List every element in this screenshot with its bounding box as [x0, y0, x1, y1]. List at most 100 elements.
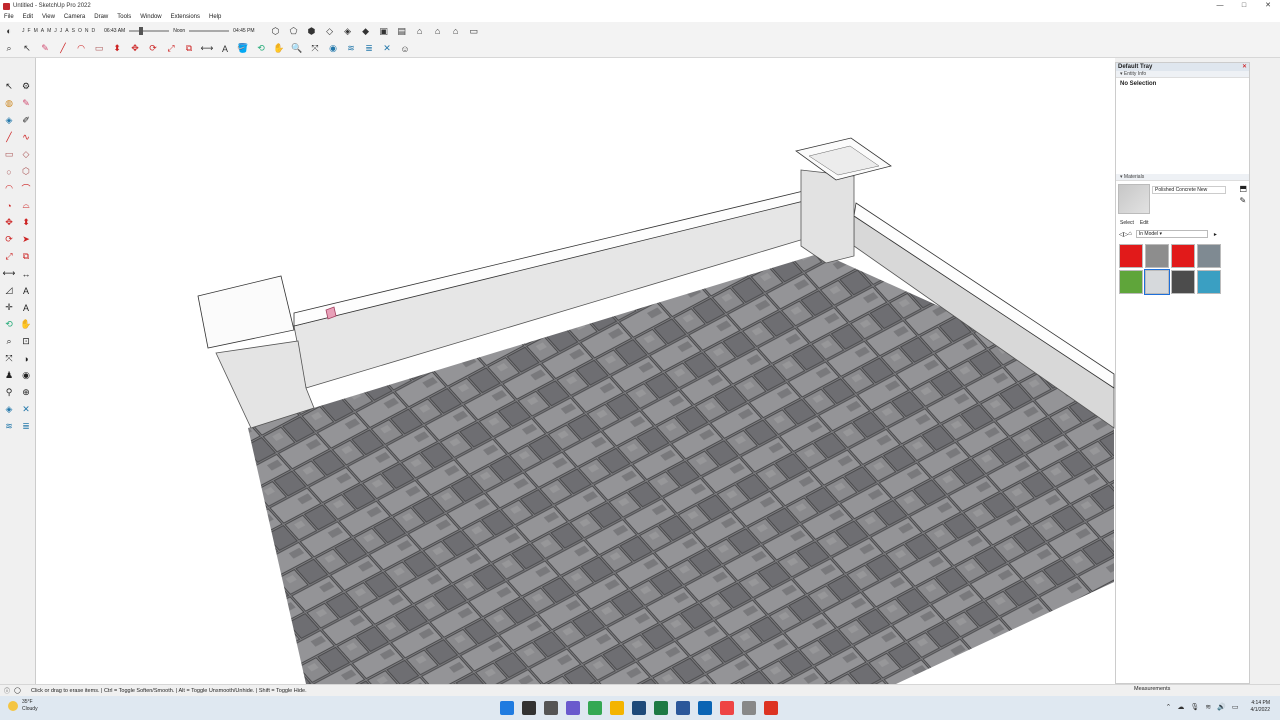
front-view-icon[interactable]: ⌂: [413, 24, 427, 38]
select-tool-icon[interactable]: ↖: [20, 42, 34, 56]
move-tool-icon[interactable]: ✥: [128, 42, 142, 56]
rotated-rectangle-icon[interactable]: ◇: [19, 148, 33, 162]
display-section-icon[interactable]: ◈: [2, 403, 16, 417]
close-button[interactable]: ✕: [1256, 0, 1280, 12]
info-icon[interactable]: ⓘ: [4, 686, 10, 695]
widgets-icon[interactable]: [566, 701, 580, 715]
make-component-icon[interactable]: ⚙: [19, 80, 33, 94]
material-swatch[interactable]: [1171, 270, 1195, 294]
section-cuts-icon[interactable]: ✕: [19, 403, 33, 417]
account-icon[interactable]: ☺: [398, 42, 412, 56]
wireframe-style-icon[interactable]: ◇: [323, 24, 337, 38]
time-slider-track[interactable]: [129, 27, 170, 35]
clock[interactable]: 4:14 PM 4/1/2022: [1251, 700, 1270, 714]
zoom-extents-tool-icon[interactable]: ⤧: [2, 352, 16, 366]
share-model-icon[interactable]: ≋: [344, 42, 358, 56]
orbit-icon[interactable]: ⟲: [2, 318, 16, 332]
freehand-icon[interactable]: ∿: [19, 131, 33, 145]
paint-icon[interactable]: ◍: [2, 97, 16, 111]
zoom-window-icon[interactable]: ⊡: [19, 335, 33, 349]
word-icon[interactable]: [676, 701, 690, 715]
material-name-field[interactable]: Polished Concrete New: [1152, 186, 1226, 194]
search-icon[interactable]: ⌕: [2, 42, 16, 56]
menu-help[interactable]: Help: [209, 14, 221, 20]
outlook-icon[interactable]: [698, 701, 712, 715]
month-selector[interactable]: J F M A M J J A S O N D: [22, 28, 98, 34]
pan-tool-icon[interactable]: ✋: [272, 42, 286, 56]
maximize-button[interactable]: □: [1232, 0, 1256, 12]
user-icon[interactable]: ◯: [14, 687, 21, 694]
menu-extensions[interactable]: Extensions: [171, 14, 200, 20]
look-around-icon[interactable]: ◉: [19, 369, 33, 383]
offset-tool-icon[interactable]: ⧉: [182, 42, 196, 56]
previous-view-icon[interactable]: ◑: [19, 352, 33, 366]
iso-view-icon[interactable]: ⬡: [269, 24, 283, 38]
material-swatch[interactable]: [1119, 244, 1143, 268]
textured-style-icon[interactable]: ▣: [377, 24, 391, 38]
menu-tools[interactable]: Tools: [117, 14, 131, 20]
cloud-icon[interactable]: ☁: [1177, 703, 1184, 711]
menu-window[interactable]: Window: [140, 14, 161, 20]
material-swatch-selected[interactable]: [1144, 269, 1170, 295]
line-tool-icon[interactable]: ╱: [56, 42, 70, 56]
back-view-icon[interactable]: ⌂: [449, 24, 463, 38]
menu-file[interactable]: File: [4, 14, 14, 20]
volume-icon[interactable]: 🔊: [1217, 703, 1226, 711]
details-arrow-icon[interactable]: ▸: [1214, 231, 1217, 238]
snip-tool-icon[interactable]: [742, 701, 756, 715]
rotate-tool-icon[interactable]: ⟳: [146, 42, 160, 56]
mic-icon[interactable]: 🎙: [1190, 703, 1199, 711]
section-plane-icon[interactable]: ⊕: [19, 386, 33, 400]
menu-view[interactable]: View: [42, 14, 55, 20]
tab-select[interactable]: Select: [1120, 220, 1134, 226]
right-pillar[interactable]: [800, 169, 855, 264]
library-dropdown[interactable]: In Model ▾: [1135, 230, 1208, 238]
wifi-icon[interactable]: ≋: [1205, 703, 1211, 711]
menu-edit[interactable]: Edit: [23, 14, 33, 20]
right-view-icon[interactable]: ⌂: [431, 24, 445, 38]
search-taskbar-icon[interactable]: [522, 701, 536, 715]
eraser-icon[interactable]: ✎: [19, 97, 33, 111]
media-app-icon[interactable]: [720, 701, 734, 715]
chrome-icon[interactable]: [588, 701, 602, 715]
push-pull-tool-icon[interactable]: ⬍: [110, 42, 124, 56]
monochrome-style-icon[interactable]: ▤: [395, 24, 409, 38]
shadows-toggle-icon[interactable]: ◐: [2, 24, 16, 38]
section-fill-icon[interactable]: ≋: [2, 420, 16, 434]
file-explorer-icon[interactable]: [610, 701, 624, 715]
left-pillar-cap[interactable]: [197, 275, 295, 349]
materials-header[interactable]: ▾ Materials: [1116, 174, 1249, 181]
pencil-icon[interactable]: ✐: [19, 114, 33, 128]
sample-paint-icon[interactable]: ✎: [1239, 196, 1247, 205]
left-view-icon[interactable]: ▭: [467, 24, 481, 38]
eraser-tool-icon[interactable]: ✎: [38, 42, 52, 56]
material-swatch[interactable]: [1197, 244, 1221, 268]
material-swatch[interactable]: [1171, 244, 1195, 268]
pan-icon[interactable]: ✋: [19, 318, 33, 332]
zoom-extents-icon[interactable]: ⤧: [308, 42, 322, 56]
tape-measure-tool-icon[interactable]: ⟷: [2, 267, 16, 281]
top-view-icon[interactable]: ⬠: [287, 24, 301, 38]
battery-icon[interactable]: ▭: [1232, 703, 1239, 711]
zoom-tool-icon[interactable]: 🔍: [290, 42, 304, 56]
arc-tool-icon[interactable]: ◠: [74, 42, 88, 56]
text-tool-icon[interactable]: A: [218, 42, 232, 56]
shaded-style-icon[interactable]: ◆: [359, 24, 373, 38]
menu-camera[interactable]: Camera: [64, 14, 85, 20]
menu-draw[interactable]: Draw: [94, 14, 108, 20]
tape-measure-icon[interactable]: ⟷: [200, 42, 214, 56]
chevron-up-icon[interactable]: ⌃: [1166, 703, 1172, 711]
create-material-icon[interactable]: ⬒: [1239, 184, 1247, 193]
extension-warehouse-icon[interactable]: ≣: [362, 42, 376, 56]
arc-icon[interactable]: ◠: [2, 182, 16, 196]
camera-app-icon[interactable]: [632, 701, 646, 715]
polygon-icon[interactable]: ⬡: [19, 165, 33, 179]
warehouse-icon[interactable]: ◉: [326, 42, 340, 56]
time-slider-handle[interactable]: [139, 27, 144, 35]
move-icon[interactable]: ✥: [2, 216, 16, 230]
entity-info-header[interactable]: ▾ Entity Info: [1116, 71, 1249, 78]
time-of-day-slider[interactable]: 06:43 AM Noon 04:45 PM: [104, 27, 255, 35]
rectangle-icon[interactable]: ▭: [2, 148, 16, 162]
text-icon[interactable]: A: [19, 284, 33, 298]
tray-close-icon[interactable]: ✕: [1242, 63, 1247, 71]
